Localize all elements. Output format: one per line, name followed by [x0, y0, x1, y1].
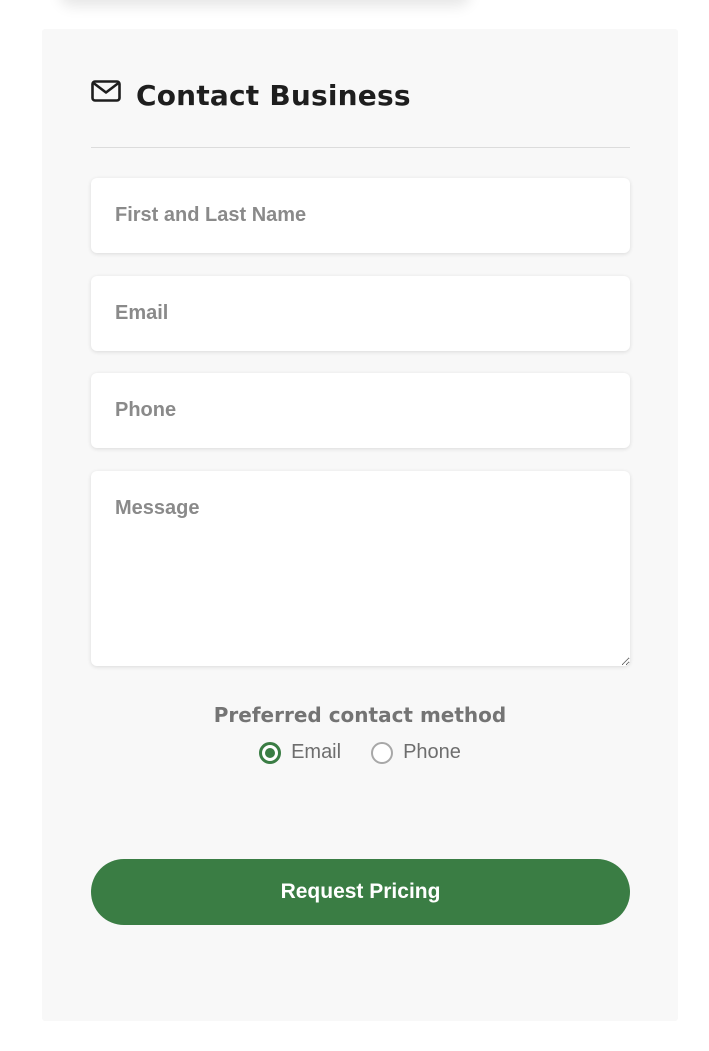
page: Contact Business Preferred contact metho… [0, 0, 709, 1051]
phone-input[interactable] [91, 373, 630, 448]
radio-checked-icon[interactable] [259, 741, 282, 764]
preferred-contact-options: Email Phone [42, 741, 678, 764]
contact-business-card: Contact Business Preferred contact metho… [42, 29, 678, 1021]
card-title: Contact Business [136, 78, 411, 112]
name-input[interactable] [91, 178, 630, 253]
contact-option-email-label: Email [291, 741, 342, 763]
card-header: Contact Business [91, 75, 411, 115]
envelope-icon [91, 79, 121, 103]
contact-option-phone[interactable]: Phone [371, 741, 461, 764]
contact-option-phone-label: Phone [403, 741, 461, 763]
contact-option-email[interactable]: Email [259, 741, 341, 764]
message-textarea[interactable] [91, 471, 630, 666]
preferred-contact-label: Preferred contact method [213, 703, 507, 727]
email-input[interactable] [91, 276, 630, 351]
radio-unchecked-icon[interactable] [371, 741, 394, 764]
request-pricing-button[interactable]: Request Pricing [91, 859, 630, 925]
header-divider [91, 147, 630, 148]
